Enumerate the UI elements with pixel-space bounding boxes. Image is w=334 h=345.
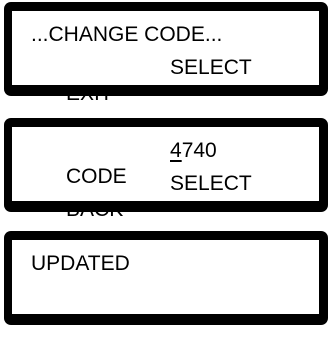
back-softkey[interactable]: BACK (66, 198, 123, 221)
softkey-row: BACK SELECT (31, 171, 319, 221)
code-cursor-digit[interactable]: 4 (170, 139, 182, 162)
exit-softkey[interactable]: EXIT (66, 82, 113, 105)
lcd-screen-enter-code: CODE 4740 BACK SELECT (4, 118, 328, 221)
lcd-screen-change-code: ...CHANGE CODE... EXIT SELECT (4, 2, 328, 105)
code-row: CODE 4740 (31, 138, 319, 188)
select-softkey[interactable]: SELECT (170, 55, 252, 81)
code-value[interactable]: 4740 (170, 138, 217, 164)
select-softkey[interactable]: SELECT (170, 171, 252, 197)
softkey-row: EXIT SELECT (31, 55, 319, 105)
lcd-display: CODE 4740 BACK SELECT (12, 127, 319, 221)
lcd-display: UPDATED (12, 240, 319, 314)
menu-title: ...CHANGE CODE... (31, 23, 223, 46)
lcd-display: ...CHANGE CODE... EXIT SELECT (12, 11, 319, 105)
lcd-screen-updated: UPDATED (4, 231, 328, 325)
code-remaining-digits: 740 (181, 139, 217, 162)
status-message: UPDATED (31, 252, 130, 275)
